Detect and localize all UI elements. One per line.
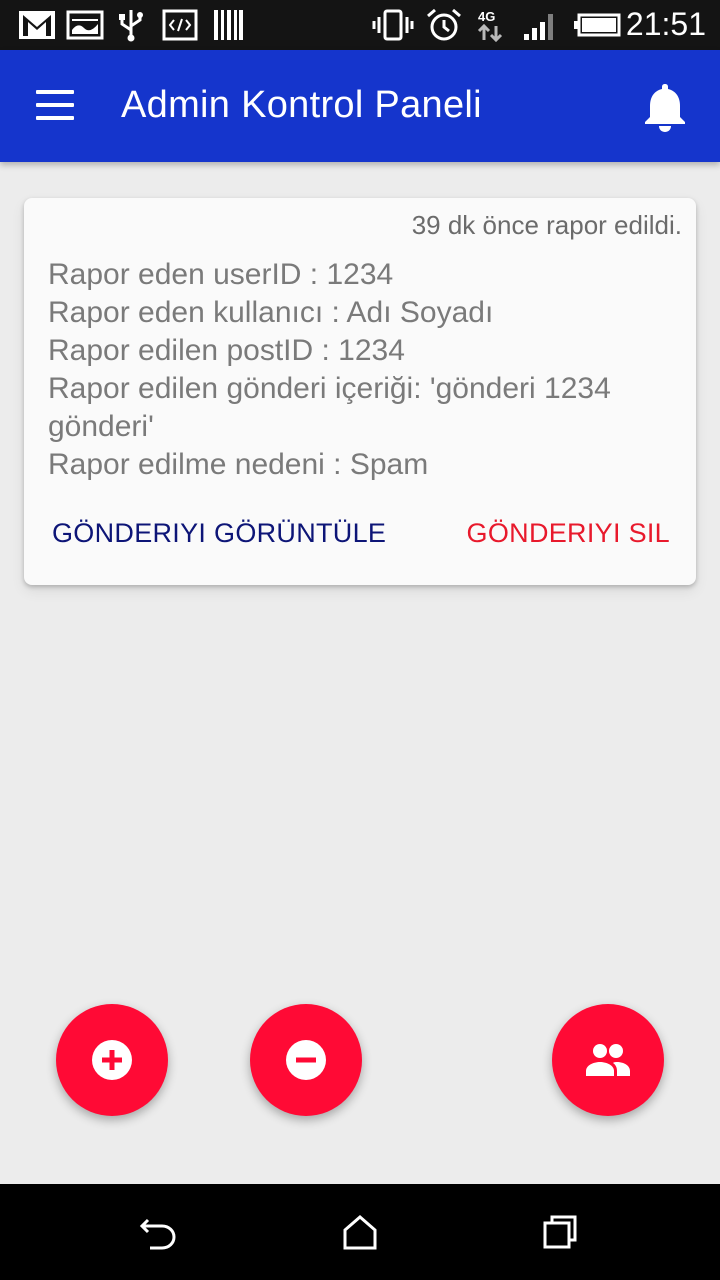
status-bar: 4G 21:51: [0, 0, 720, 50]
users-button[interactable]: [552, 1004, 664, 1116]
barcode-icon: [214, 10, 243, 40]
reported-post-id: Rapor edilen postID : 1234: [48, 334, 405, 367]
status-time: 21:51: [625, 6, 706, 42]
delete-post-button[interactable]: GÖNDERIYI SIL: [467, 518, 670, 549]
vibrate-icon: [372, 9, 414, 41]
navigation-bar: [0, 1184, 720, 1280]
alarm-icon: [427, 8, 461, 41]
reporter-user-name: Rapor eden kullanıcı : Adı Soyadı: [48, 296, 494, 329]
remove-circle-icon: [286, 1040, 326, 1080]
svg-text:4G: 4G: [478, 9, 495, 24]
bell-icon[interactable]: [640, 80, 690, 132]
code-icon: [162, 9, 198, 41]
image-icon: [66, 10, 104, 40]
usb-icon: [119, 10, 143, 42]
back-icon[interactable]: [138, 1212, 178, 1252]
page-title: Admin Kontrol Paneli: [121, 84, 482, 126]
reported-post-content: Rapor edilen gönderi içeriği: 'gönderi 1…: [48, 372, 611, 405]
network-4g-icon: 4G: [477, 9, 503, 42]
remove-button[interactable]: [250, 1004, 362, 1116]
reported-post-content-cont: gönderi': [48, 410, 154, 443]
report-card: 39 dk önce rapor edildi. Rapor eden user…: [24, 198, 696, 585]
report-details: Rapor eden userID : 1234 Rapor eden kull…: [48, 256, 678, 484]
home-icon[interactable]: [340, 1212, 380, 1252]
report-reason: Rapor edilme nedeni : Spam: [48, 448, 429, 481]
report-time: 39 dk önce rapor edildi.: [411, 210, 682, 240]
add-circle-icon: [92, 1040, 132, 1080]
signal-icon: [524, 14, 553, 40]
gmail-icon: [19, 11, 55, 39]
battery-icon: [574, 13, 621, 37]
add-button[interactable]: [56, 1004, 168, 1116]
reporter-user-id: Rapor eden userID : 1234: [48, 258, 394, 291]
app-bar: Admin Kontrol Paneli: [0, 50, 720, 162]
view-post-button[interactable]: GÖNDERIYI GÖRÜNTÜLE: [52, 518, 386, 549]
recents-icon[interactable]: [540, 1212, 580, 1252]
menu-icon[interactable]: [36, 90, 76, 122]
group-icon: [586, 1044, 630, 1076]
